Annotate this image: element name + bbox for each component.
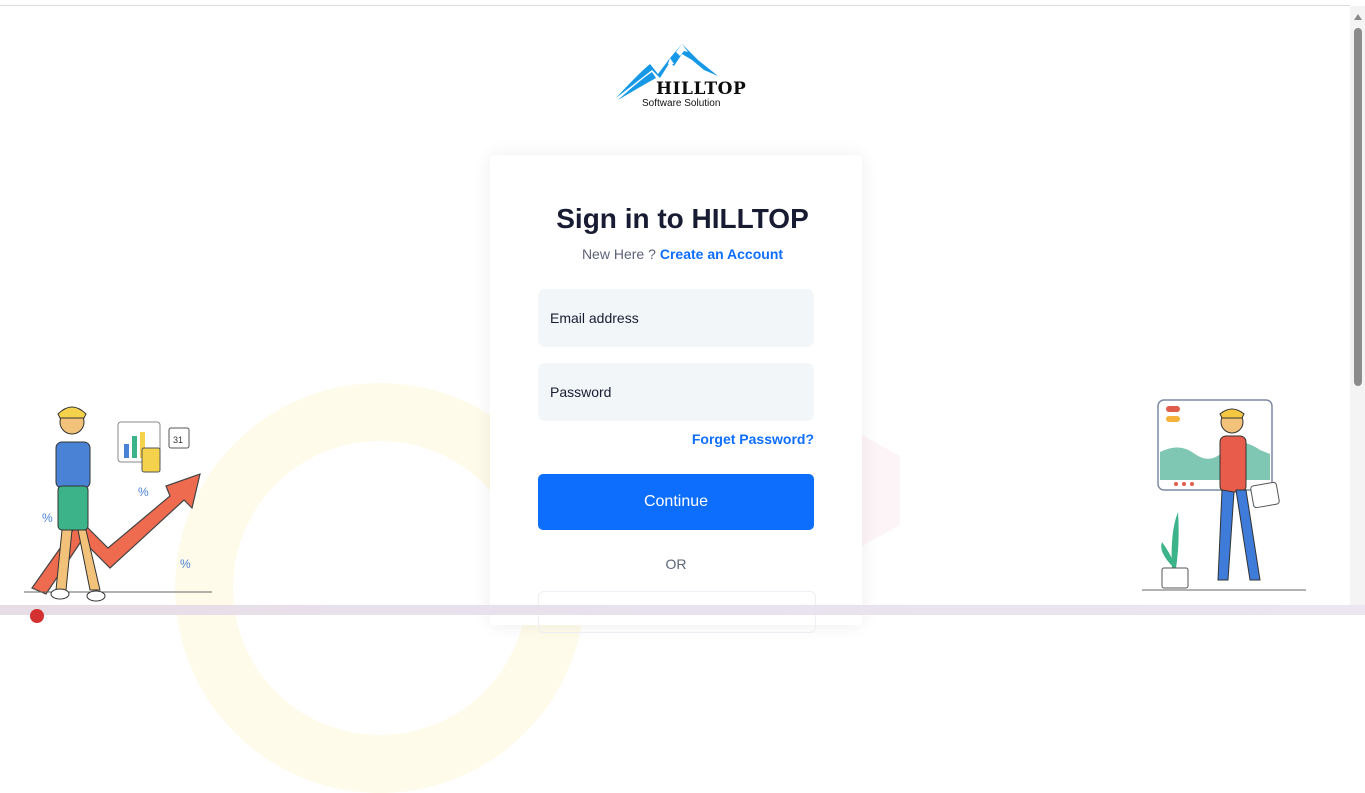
growth-chart-person-illustration: % % % 31 <box>24 406 212 602</box>
signin-form: Forget Password? Continue OR <box>490 155 862 633</box>
vertical-scrollbar[interactable] <box>1350 6 1365 605</box>
logo-tagline: Software Solution <box>642 98 721 109</box>
email-input[interactable] <box>538 289 814 347</box>
calendar-day: 31 <box>173 435 183 445</box>
percent-symbol-2: % <box>138 485 149 499</box>
scroll-up-arrow-icon[interactable] <box>1354 14 1362 20</box>
browser-top-divider <box>0 5 1350 6</box>
forgot-password-link[interactable]: Forget Password? <box>692 431 814 447</box>
or-separator: OR <box>665 556 687 572</box>
dashboard-person-illustration <box>1142 399 1306 591</box>
taskbar-app-icon[interactable] <box>30 609 44 623</box>
continue-button[interactable]: Continue <box>538 474 814 530</box>
logo-title: HILLTOP <box>656 79 747 99</box>
percent-symbol-3: % <box>180 557 191 571</box>
taskbar-strip <box>0 605 1365 615</box>
percent-symbol-1: % <box>42 511 53 525</box>
scrollbar-thumb[interactable] <box>1354 28 1362 386</box>
password-input[interactable] <box>538 363 814 421</box>
